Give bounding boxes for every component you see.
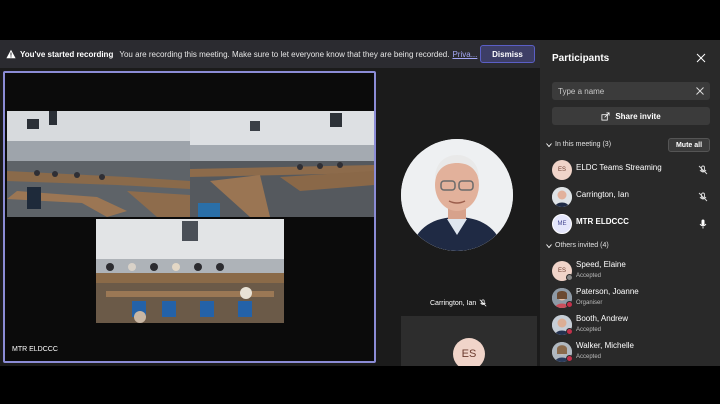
participant-name: Carrington, Ian [576, 190, 629, 199]
mic-off-icon[interactable] [698, 192, 708, 202]
participant-tile-label: Carrington, Ian [430, 299, 487, 307]
invited-row[interactable]: ES Speed, Elaine Accepted [552, 260, 712, 282]
chevron-down-icon [546, 142, 552, 147]
participant-row[interactable]: ES ELDC Teams Streaming [552, 159, 712, 181]
search-placeholder: Type a name [558, 86, 605, 96]
privacy-link[interactable]: Priva... [452, 50, 477, 59]
participant-name: Walker, Michelle [576, 341, 634, 350]
main-video-tile[interactable]: MTR ELDCCC [3, 71, 376, 363]
presence-status-dot [566, 301, 573, 308]
share-invite-button[interactable]: Share invite [552, 107, 710, 125]
others-invited-section-header[interactable]: Others invited (4) [546, 242, 609, 249]
participant-name: Speed, Elaine [576, 260, 626, 269]
invited-row[interactable]: Booth, Andrew Accepted [552, 314, 712, 336]
search-input[interactable]: Type a name [552, 82, 710, 100]
teams-meeting-window: You've started recording You are recordi… [0, 40, 720, 392]
participants-panel: Participants Type a name Share invite In… [540, 40, 720, 366]
avatar [552, 187, 572, 207]
clear-icon[interactable] [695, 86, 705, 96]
banner-message: You are recording this meeting. Make sur… [119, 49, 450, 59]
panel-title: Participants [552, 53, 610, 64]
main-tile-label: MTR ELDCCC [12, 346, 58, 353]
avatar: ES [552, 160, 572, 180]
letterbox-top [0, 0, 720, 40]
presence-status-dot [566, 274, 573, 281]
mic-on-icon[interactable] [698, 219, 708, 229]
participant-status: Organiser [576, 300, 603, 306]
mic-off-icon [479, 299, 487, 307]
in-meeting-section-header[interactable]: In this meeting (3) [546, 141, 611, 148]
invited-row[interactable]: Paterson, Joanne Organiser [552, 287, 712, 309]
mute-all-button[interactable]: Mute all [668, 138, 710, 152]
participant-name: Paterson, Joanne [576, 287, 639, 296]
video-stage: MTR ELDCCC Carrington, Ian ES [0, 68, 540, 392]
camera-feed-bottom [96, 219, 284, 323]
participant-status: Accepted [576, 273, 602, 279]
participant-status: Accepted [576, 354, 602, 360]
participant-tile-name: Carrington, Ian [430, 299, 477, 307]
camera-feed-left [7, 111, 190, 217]
share-invite-label: Share invite [615, 111, 661, 121]
presence-status-dot [566, 355, 573, 362]
recording-banner: You've started recording You are recordi… [0, 40, 540, 68]
share-icon [601, 111, 610, 121]
participant-name: MTR ELDCCC [576, 217, 629, 226]
close-icon[interactable] [696, 53, 706, 63]
warning-icon [6, 49, 16, 59]
participant-status: Accepted [576, 327, 602, 333]
in-meeting-label: In this meeting (3) [555, 141, 612, 148]
others-invited-label: Others invited (4) [555, 242, 609, 249]
avatar: ME [552, 214, 572, 234]
camera-feed-right [190, 111, 374, 217]
chevron-down-icon [546, 243, 552, 248]
invited-row[interactable]: Walker, Michelle Accepted [552, 341, 712, 363]
participant-name: Booth, Andrew [576, 314, 629, 323]
dismiss-button[interactable]: Dismiss [480, 45, 535, 63]
letterbox-bottom [0, 366, 720, 404]
participant-row[interactable]: Carrington, Ian [552, 186, 712, 208]
participant-portrait [401, 139, 513, 251]
participant-name: ELDC Teams Streaming [576, 163, 662, 172]
mic-off-icon[interactable] [698, 165, 708, 175]
participant-video-tile[interactable]: Carrington, Ian [398, 103, 538, 307]
banner-title: You've started recording [20, 49, 114, 59]
presence-status-dot [566, 328, 573, 335]
participant-row[interactable]: ME MTR ELDCCC [552, 213, 712, 235]
